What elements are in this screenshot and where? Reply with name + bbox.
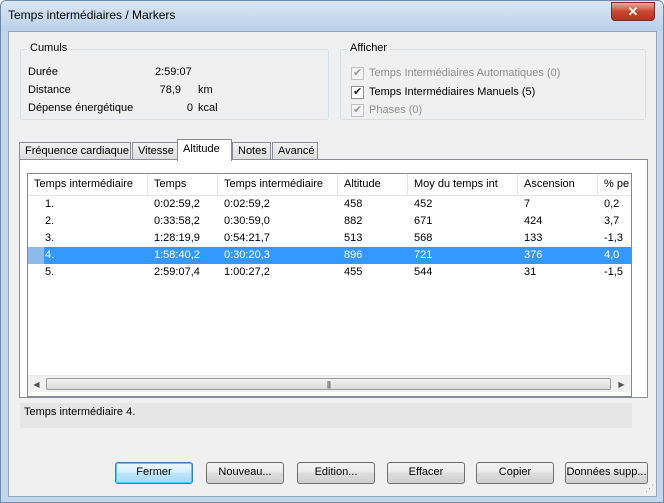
column-header-pente[interactable]: % pe <box>598 174 631 196</box>
dialog-client-area: Cumuls Durée 2:59:07 Distance 78,9 km Dé… <box>8 31 657 497</box>
row-index: 2. <box>45 215 55 227</box>
markers-list[interactable]: Temps intermédiaire Temps Temps interméd… <box>27 173 632 397</box>
manual-markers-option[interactable]: ✔ Temps Intermédiaires Manuels (5) <box>351 84 535 100</box>
row-temps: 0:02:59,2 <box>154 198 200 210</box>
altitude-tab-panel: Temps intermédiaire Temps Temps interméd… <box>19 159 648 398</box>
row-moy-temps-int: 721 <box>414 249 433 261</box>
window-title: Temps intermédiaires / Markers <box>8 8 176 22</box>
distance-value: 78,9 <box>159 84 181 96</box>
distance-unit: km <box>198 84 213 96</box>
duree-value: 2:59:07 <box>155 66 192 78</box>
auto-markers-label: Temps Intermédiaires Automatiques (0) <box>369 67 561 79</box>
row-temps-intermediaire: 0:54:21,7 <box>224 232 270 244</box>
row-temps-intermediaire: 1:00:27,2 <box>224 266 270 278</box>
horizontal-scrollbar[interactable]: ◀ ||| ▶ <box>28 375 631 392</box>
donnees-supp-button[interactable]: Données supp... <box>565 462 648 484</box>
row-pente: -1,3 <box>604 232 623 244</box>
row-temps: 1:58:40,2 <box>154 249 200 261</box>
energie-value: 0 <box>186 102 193 114</box>
cumuls-group-title: Cumuls <box>27 42 71 54</box>
row-index: 1. <box>45 198 55 210</box>
row-ascension: 424 <box>524 215 543 227</box>
tab-notes[interactable]: Notes <box>232 142 271 160</box>
row-altitude: 513 <box>344 232 363 244</box>
row-pente: 3,7 <box>604 215 620 227</box>
tab-frequence-cardiaque[interactable]: Fréquence cardiaque <box>19 142 131 160</box>
phases-checkbox[interactable]: ✔ <box>351 103 364 117</box>
effacer-button[interactable]: Effacer <box>387 462 465 484</box>
dialog-window: Temps intermédiaires / Markers ✕ Cumuls … <box>0 0 664 503</box>
selection-status: Temps intermédiaire 4. <box>20 403 632 428</box>
row-moy-temps-int: 544 <box>414 266 433 278</box>
scrollbar-thumb[interactable]: ||| <box>46 378 611 390</box>
row-temps-intermediaire: 0:02:59,2 <box>224 198 270 210</box>
row-moy-temps-int: 568 <box>414 232 433 244</box>
auto-markers-checkbox[interactable]: ✔ <box>351 66 364 80</box>
manual-markers-checkbox[interactable]: ✔ <box>351 85 364 99</box>
row-moy-temps-int: 671 <box>414 215 433 227</box>
checkmark-icon: ✔ <box>353 66 363 79</box>
cumuls-group: Cumuls Durée 2:59:07 Distance 78,9 km Dé… <box>20 42 329 120</box>
row-ascension: 7 <box>524 198 531 210</box>
row-altitude: 896 <box>344 249 363 261</box>
energie-unit: kcal <box>198 102 218 114</box>
afficher-group: Afficher ✔ Temps Intermédiaires Automati… <box>340 42 646 120</box>
row-temps: 1:28:19,9 <box>154 232 200 244</box>
row-temps-intermediaire: 0:30:20,3 <box>224 249 270 261</box>
column-header-moy-temps-int[interactable]: Moy du temps int <box>408 174 518 196</box>
row-pente: -1,5 <box>604 266 623 278</box>
table-row[interactable]: 5. 2:59:07,4 1:00:27,2 455 544 31 -1,5 <box>28 264 631 281</box>
row-altitude: 882 <box>344 215 363 227</box>
edition-button[interactable]: Edition... <box>297 462 375 484</box>
column-header-ascension[interactable]: Ascension <box>518 174 598 196</box>
auto-markers-option[interactable]: ✔ Temps Intermédiaires Automatiques (0) <box>351 65 560 81</box>
tab-avance[interactable]: Avancé <box>272 142 318 160</box>
row-temps: 0:33:58,2 <box>154 215 200 227</box>
phases-option[interactable]: ✔ Phases (0) <box>351 102 422 118</box>
scroll-left-arrow-icon[interactable]: ◀ <box>28 376 45 393</box>
energie-label: Dépense énergétique <box>28 102 134 114</box>
fermer-button[interactable]: Fermer <box>115 462 193 484</box>
row-index: 5. <box>45 266 55 278</box>
tab-altitude[interactable]: Altitude <box>177 139 232 161</box>
phases-label: Phases (0) <box>369 104 423 116</box>
column-header-altitude[interactable]: Altitude <box>338 174 408 196</box>
row-pente: 4,0 <box>604 249 620 261</box>
column-header-temps-intermediaire[interactable]: Temps intermédiaire <box>28 174 148 196</box>
close-button[interactable]: ✕ <box>611 2 655 21</box>
column-header-temps-intermediaire-2[interactable]: Temps intermédiaire <box>218 174 338 196</box>
duree-label: Durée <box>28 66 58 78</box>
list-header: Temps intermédiaire Temps Temps interméd… <box>28 174 631 196</box>
row-temps: 2:59:07,4 <box>154 266 200 278</box>
title-bar[interactable]: Temps intermédiaires / Markers ✕ <box>1 1 663 31</box>
table-row[interactable]: 2. 0:33:58,2 0:30:59,0 882 671 424 3,7 <box>28 213 631 230</box>
close-icon: ✕ <box>627 4 639 19</box>
row-temps-intermediaire: 0:30:59,0 <box>224 215 270 227</box>
column-header-temps[interactable]: Temps <box>148 174 218 196</box>
distance-label: Distance <box>28 84 71 96</box>
tab-vitesse[interactable]: Vitesse <box>132 142 178 160</box>
table-row[interactable]: 1. 0:02:59,2 0:02:59,2 458 452 7 0,2 <box>28 196 631 213</box>
copier-button[interactable]: Copier <box>476 462 554 484</box>
resize-grip-icon[interactable]: ⋰ <box>645 483 654 494</box>
row-altitude: 458 <box>344 198 363 210</box>
row-pente: 0,2 <box>604 198 620 210</box>
row-index: 4. <box>45 249 55 261</box>
scroll-right-arrow-icon[interactable]: ▶ <box>613 376 630 393</box>
nouveau-button[interactable]: Nouveau... <box>206 462 284 484</box>
row-ascension: 31 <box>524 266 537 278</box>
row-altitude: 455 <box>344 266 363 278</box>
manual-markers-label: Temps Intermédiaires Manuels (5) <box>369 86 536 98</box>
grip-icon: ||| <box>326 379 331 389</box>
row-moy-temps-int: 452 <box>414 198 433 210</box>
afficher-group-title: Afficher <box>347 42 391 54</box>
table-row[interactable]: 3. 1:28:19,9 0:54:21,7 513 568 133 -1,3 <box>28 230 631 247</box>
row-ascension: 133 <box>524 232 543 244</box>
row-ascension: 376 <box>524 249 543 261</box>
checkmark-icon: ✔ <box>353 103 363 116</box>
table-row-selected[interactable]: 4. 1:58:40,2 0:30:20,3 896 721 376 4,0 <box>28 247 631 264</box>
checkmark-icon: ✔ <box>353 85 363 98</box>
row-index: 3. <box>45 232 55 244</box>
